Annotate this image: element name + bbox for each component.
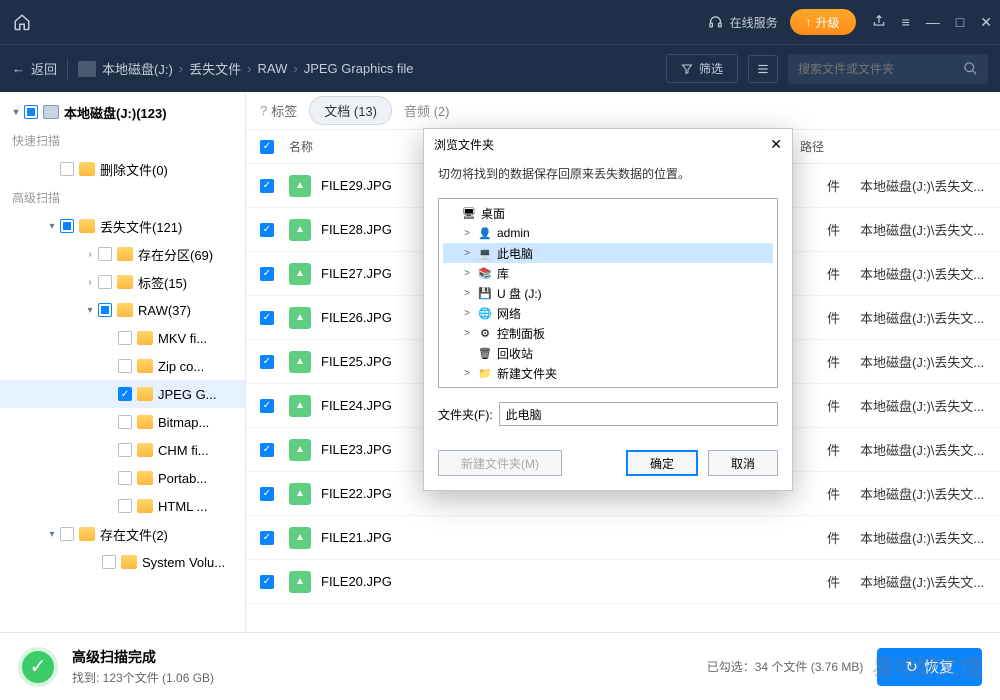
item-icon: 👤 xyxy=(477,226,493,240)
item-icon: 🖥 xyxy=(461,206,477,220)
item-icon: 📁 xyxy=(477,366,493,380)
item-label: 控制面板 xyxy=(497,325,545,342)
item-label: admin xyxy=(497,226,530,240)
dialog-tree-item[interactable]: > ⚙ 控制面板 xyxy=(443,323,773,343)
dialog-close-icon[interactable]: ✕ xyxy=(770,136,782,153)
folder-field-label: 文件夹(F): xyxy=(438,406,493,423)
item-label: 网络 xyxy=(497,305,521,322)
dialog-folder-tree[interactable]: 🖥 桌面 > 👤 admin > 💻 此电脑 > 📚 库 > 💾 U 盘 (J:… xyxy=(438,198,778,388)
dialog-tree-item[interactable]: > 📁 新建文件夹 xyxy=(443,363,773,383)
dialog-tree-item[interactable]: > 💾 U 盘 (J:) xyxy=(443,283,773,303)
dialog-tree-item[interactable]: > 💻 此电脑 xyxy=(443,243,773,263)
browse-folder-dialog: 浏览文件夹 ✕ 切勿将找到的数据保存回原来丢失数据的位置。 🖥 桌面 > 👤 a… xyxy=(423,128,793,491)
item-label: 桌面 xyxy=(481,205,505,222)
chevron-icon: > xyxy=(461,368,473,379)
item-label: 此电脑 xyxy=(497,245,533,262)
folder-field[interactable] xyxy=(499,402,778,426)
chevron-icon: > xyxy=(461,228,473,239)
dialog-tree-item[interactable]: > 📚 库 xyxy=(443,263,773,283)
ok-button[interactable]: 确定 xyxy=(626,450,698,476)
item-icon: 📚 xyxy=(477,266,493,280)
item-label: 库 xyxy=(497,265,509,282)
item-label: U 盘 (J:) xyxy=(497,285,542,302)
item-icon: 💾 xyxy=(477,286,493,300)
item-icon: 🗑 xyxy=(477,346,493,360)
dialog-tree-item[interactable]: 🖥 桌面 xyxy=(443,203,773,223)
dialog-tree-item[interactable]: 🗑 回收站 xyxy=(443,343,773,363)
item-label: 新建文件夹 xyxy=(497,365,557,382)
dialog-titlebar[interactable]: 浏览文件夹 ✕ xyxy=(424,129,792,159)
chevron-icon: > xyxy=(461,248,473,259)
chevron-icon: > xyxy=(461,308,473,319)
item-icon: ⚙ xyxy=(477,326,493,340)
item-icon: 💻 xyxy=(477,246,493,260)
dialog-message: 切勿将找到的数据保存回原来丢失数据的位置。 xyxy=(438,165,778,182)
item-icon: 🌐 xyxy=(477,306,493,320)
dialog-title: 浏览文件夹 xyxy=(434,136,494,153)
chevron-icon: > xyxy=(461,288,473,299)
item-label: 回收站 xyxy=(497,345,533,362)
dialog-tree-item[interactable]: > 🌐 网络 xyxy=(443,303,773,323)
chevron-icon: > xyxy=(461,268,473,279)
new-folder-button[interactable]: 新建文件夹(M) xyxy=(438,450,562,476)
cancel-button[interactable]: 取消 xyxy=(708,450,778,476)
dialog-tree-item[interactable]: > 👤 admin xyxy=(443,223,773,243)
chevron-icon: > xyxy=(461,328,473,339)
